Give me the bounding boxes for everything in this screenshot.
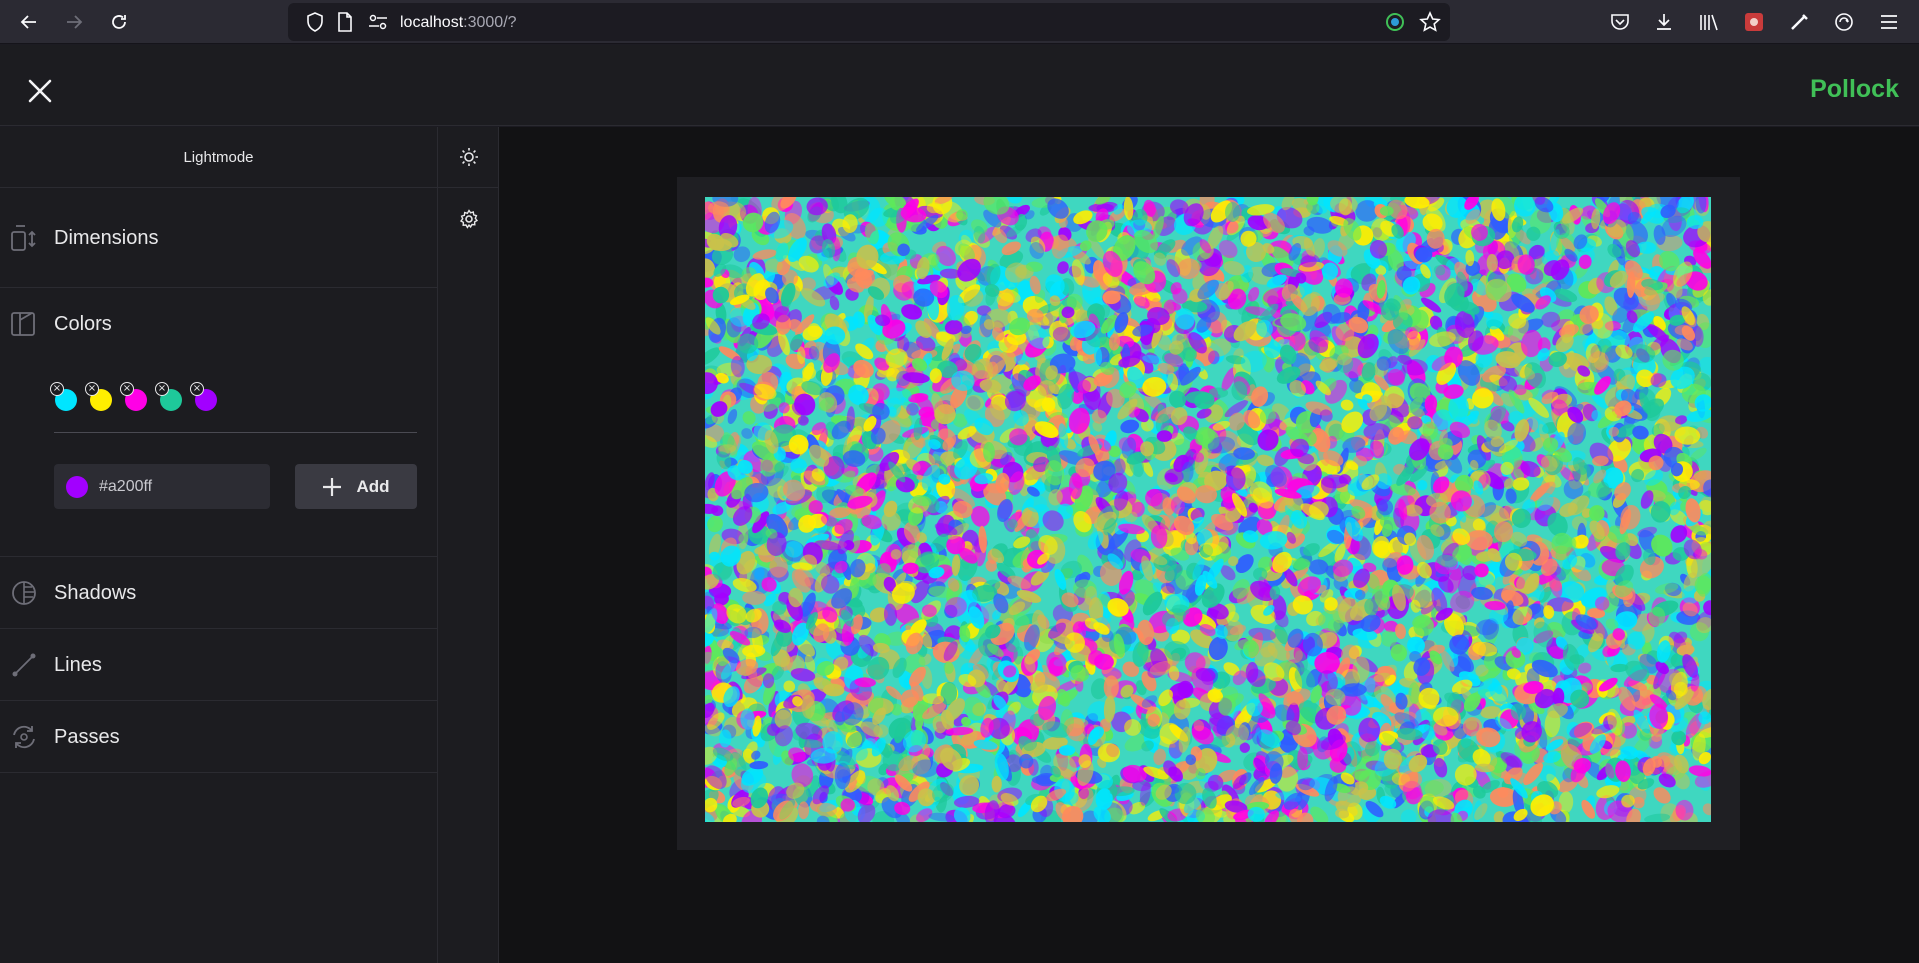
color-input-field[interactable] [54,464,270,509]
url-path: :3000/? [463,14,517,31]
section-colors-header[interactable]: Colors [0,289,437,359]
color-swatch: × [190,382,217,411]
url-host: localhost [400,14,464,31]
pocket-icon[interactable] [1607,9,1633,35]
dimensions-icon [10,223,38,253]
colors-icon [10,309,38,339]
url-bar[interactable]: localhost:3000/? [288,3,1450,41]
section-shadows: Shadows [0,558,437,629]
color-swatch: × [155,382,182,411]
extension-icon[interactable] [1741,9,1767,35]
section-shadows-header[interactable]: Shadows [0,558,437,628]
tool-rail [437,127,499,963]
painting-canvas [705,197,1711,822]
generated-painting[interactable] [705,197,1711,822]
theme-toggle[interactable] [438,127,499,188]
remove-color-icon[interactable]: × [190,382,204,396]
back-icon[interactable] [14,8,44,36]
section-shadows-label: Shadows [54,582,137,604]
remove-color-icon[interactable]: × [85,382,99,396]
shadows-icon [10,578,38,608]
mode-toggle-row[interactable]: Lightmode [0,127,437,188]
forward-icon[interactable] [59,8,89,36]
passes-icon [10,722,38,752]
section-lines: Lines [0,630,437,701]
browser-toolbar: localhost:3000/? [0,0,1919,44]
sun-icon [459,148,478,166]
canvas-area [499,127,1919,963]
color-swatch: × [120,382,147,411]
mode-label: Lightmode [183,149,254,166]
remove-color-icon[interactable]: × [120,382,134,396]
color-swatch: × [50,382,77,411]
color-swatch-list: × × × × × [50,382,352,415]
section-dimensions-label: Dimensions [54,227,159,249]
color-preview-chip[interactable] [66,476,88,498]
section-colors-label: Colors [54,313,112,335]
section-passes-label: Passes [54,726,120,748]
section-lines-label: Lines [54,654,102,676]
add-color-label: Add [356,476,390,496]
download-icon[interactable] [1651,9,1677,35]
section-passes-header[interactable]: Passes [0,702,437,772]
page-icon [332,9,358,35]
menu-icon[interactable] [1876,9,1902,35]
colors-divider [54,432,417,433]
settings-button[interactable] [438,204,499,234]
shield-icon[interactable] [302,9,328,35]
reload-icon[interactable] [104,8,134,36]
section-colors: Colors [0,289,437,557]
section-lines-header[interactable]: Lines [0,630,437,700]
url-text[interactable]: localhost:3000/? [400,14,517,32]
site-permissions-icon[interactable] [365,9,391,35]
library-icon[interactable] [1696,9,1722,35]
section-dimensions: Dimensions [0,188,437,288]
app-header: Pollock [0,45,1919,126]
remove-color-icon[interactable]: × [155,382,169,396]
extension-icon[interactable] [1786,9,1812,35]
bookmark-star-icon[interactable] [1417,9,1443,35]
gear-icon [459,209,478,229]
section-passes: Passes [0,702,437,773]
color-hex-input[interactable] [99,464,259,509]
brand-title: Pollock [1810,75,1899,103]
plus-icon [323,477,342,496]
sync-icon[interactable] [1831,9,1857,35]
close-icon[interactable] [24,75,56,107]
settings-sidebar: Lightmode Dimensions Colors × × × × × #a… [0,127,437,963]
section-dimensions-header[interactable]: Dimensions [0,203,437,273]
remove-color-icon[interactable]: × [50,382,64,396]
add-color-button[interactable]: Add [295,464,417,509]
lines-icon [10,650,38,680]
extension-icon[interactable] [1382,9,1408,35]
color-swatch: × [85,382,112,411]
canvas-frame [677,177,1740,850]
